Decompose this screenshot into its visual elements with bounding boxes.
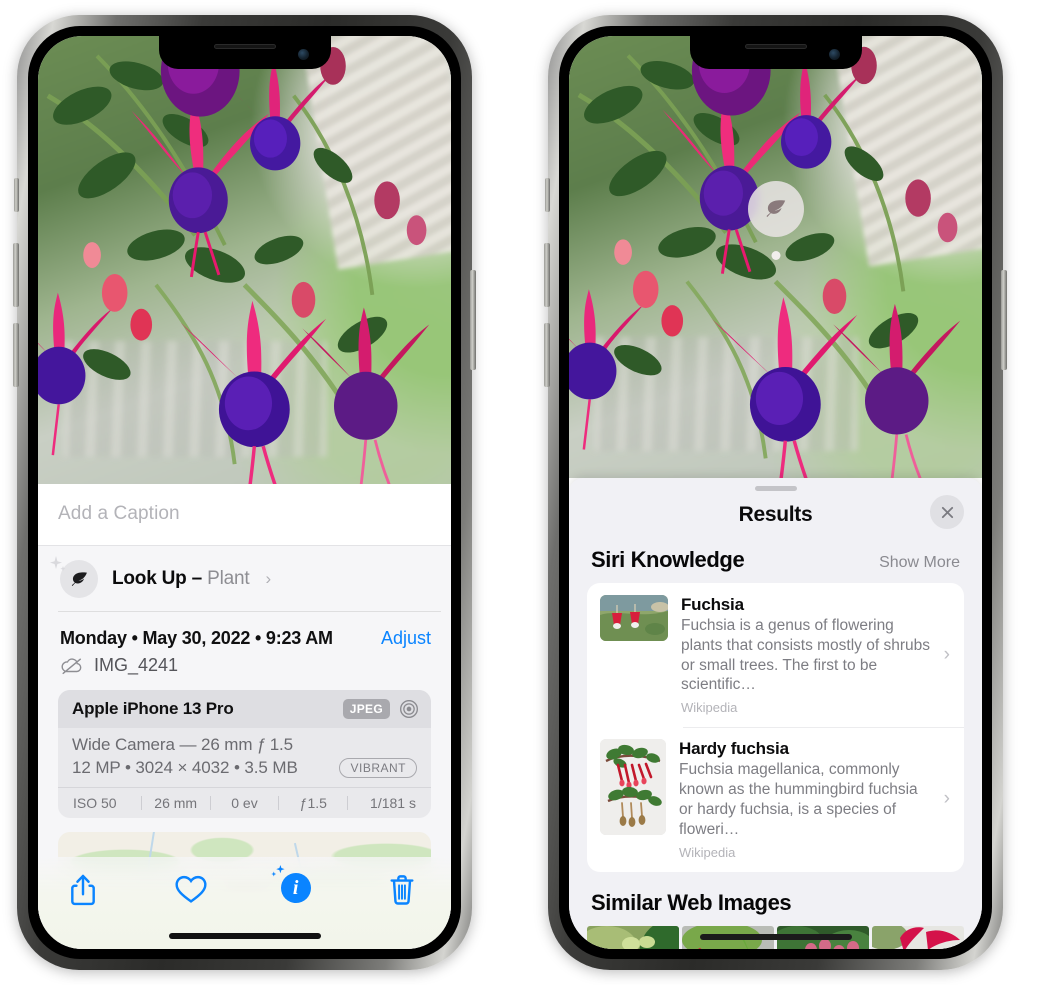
- results-sheet: Results Siri Knowledge Show More Fuchsia…: [569, 478, 982, 949]
- caption-input[interactable]: Add a Caption: [38, 484, 451, 546]
- photo-viewer[interactable]: [38, 36, 451, 484]
- siri-knowledge-header: Siri Knowledge Show More: [569, 539, 982, 583]
- trash-icon[interactable]: [387, 873, 421, 907]
- device-notch: [158, 36, 331, 69]
- hardy-fuchsia-specimen-thumbnail: [600, 739, 666, 836]
- chevron-right-icon[interactable]: ›: [944, 644, 952, 666]
- list-item-description: Fuchsia magellanica, commonly known as t…: [679, 761, 918, 838]
- specs-row: 12 MP • 3024 × 4032 • 3.5 MB VIBRANT: [72, 758, 417, 778]
- list-item-body: Fuchsia Fuchsia is a genus of flowering …: [681, 595, 931, 715]
- share-icon[interactable]: [68, 873, 102, 907]
- photo-info-sheet: Add a Caption Look Up – Plant › Monday •…: [38, 484, 451, 949]
- fuchsia-red-flowers-thumbnail: [600, 595, 668, 641]
- volume-down-button[interactable]: [13, 323, 19, 387]
- earpiece-speaker: [213, 44, 276, 49]
- list-item[interactable]: Hardy fuchsia Fuchsia magellanica, commo…: [587, 727, 964, 871]
- specs-line: 12 MP • 3024 × 4032 • 3.5 MB: [72, 758, 298, 777]
- leaf-icon: [765, 200, 785, 218]
- mute-switch[interactable]: [14, 178, 19, 212]
- volume-up-button[interactable]: [544, 243, 550, 307]
- front-camera-icon: [828, 49, 840, 60]
- home-indicator[interactable]: [168, 933, 321, 939]
- show-more-button[interactable]: Show More: [879, 554, 960, 572]
- visual-lookup-pointer-dot: [771, 251, 780, 260]
- leaf-glyph: [71, 571, 87, 586]
- siri-knowledge-title: Siri Knowledge: [591, 547, 745, 572]
- photo-viewer[interactable]: [569, 36, 982, 478]
- sparkle-icon: [48, 555, 68, 575]
- left-iphone-device: Add a Caption Look Up – Plant › Monday •…: [13, 15, 476, 970]
- right-iphone-device: Results Siri Knowledge Show More Fuchsia…: [544, 15, 1007, 970]
- power-button[interactable]: [470, 270, 476, 370]
- screenshot-root: Add a Caption Look Up – Plant › Monday •…: [0, 0, 1055, 985]
- volume-up-button[interactable]: [13, 243, 19, 307]
- home-indicator[interactable]: [699, 934, 852, 940]
- look-up-row[interactable]: Look Up – Plant ›: [38, 546, 451, 612]
- close-icon[interactable]: [930, 495, 964, 529]
- list-item-title: Hardy fuchsia: [679, 739, 789, 759]
- photographic-style-badge: VIBRANT: [339, 758, 417, 778]
- device-notch: [689, 36, 862, 69]
- exif-iso: ISO 50: [73, 795, 117, 811]
- volume-down-button[interactable]: [544, 323, 550, 387]
- aperture-icon: [399, 699, 419, 719]
- exif-shutter-speed: 1/181 s: [370, 795, 416, 811]
- power-button[interactable]: [1001, 270, 1007, 370]
- similar-web-images-header: Similar Web Images: [569, 872, 982, 924]
- list-item-title: Fuchsia: [681, 595, 744, 614]
- web-image-1-pink-fuchsia[interactable]: [587, 925, 679, 949]
- format-badge: JPEG: [342, 699, 390, 719]
- camera-body: Wide Camera — 26 mm ƒ 1.5 12 MP • 3024 ×…: [58, 728, 431, 787]
- fuchsia-flowers-art: [38, 36, 430, 484]
- results-title: Results: [738, 503, 813, 526]
- right-phone-screen: Results Siri Knowledge Show More Fuchsia…: [569, 36, 982, 949]
- web-image-4-purple-fuchsia[interactable]: [872, 925, 964, 949]
- leaf-icon: [50, 556, 98, 598]
- list-item[interactable]: Fuchsia Fuchsia is a genus of flowering …: [587, 583, 964, 727]
- right-phone-bezel: Results Siri Knowledge Show More Fuchsia…: [559, 26, 992, 959]
- list-item-body: Hardy fuchsia Fuchsia magellanica, commo…: [679, 739, 931, 859]
- sparkle-icon: [270, 864, 287, 881]
- heart-icon[interactable]: [174, 873, 208, 907]
- info-sparkle-icon[interactable]: i: [270, 864, 315, 907]
- look-up-subject: Plant: [207, 568, 250, 589]
- results-header: Results: [569, 491, 982, 539]
- exif-aperture: ƒ1.5: [299, 795, 327, 811]
- chevron-right-icon[interactable]: ›: [944, 788, 952, 810]
- exif-focal-length: 26 mm: [154, 795, 198, 811]
- camera-header: Apple iPhone 13 Pro JPEG: [58, 690, 431, 728]
- mute-switch[interactable]: [545, 178, 550, 212]
- lens-line: Wide Camera — 26 mm ƒ 1.5: [72, 735, 294, 754]
- similar-web-images-title: Similar Web Images: [591, 889, 792, 915]
- front-camera-icon: [297, 49, 309, 60]
- filename-row: IMG_4241: [38, 651, 451, 690]
- filename-text: IMG_4241: [94, 655, 179, 675]
- adjust-button[interactable]: Adjust: [381, 628, 431, 649]
- camera-info-card[interactable]: Apple iPhone 13 Pro JPEG Wide Camera — 2…: [58, 690, 431, 818]
- visual-lookup-badge[interactable]: [747, 181, 804, 237]
- look-up-label: Look Up – Plant: [112, 568, 250, 590]
- list-item-source: Wikipedia: [681, 700, 738, 716]
- list-item-description: Fuchsia is a genus of flowering plants t…: [681, 617, 930, 694]
- cloud-slash-icon: [60, 656, 84, 675]
- camera-model: Apple iPhone 13 Pro: [72, 699, 234, 718]
- list-item-source: Wikipedia: [679, 844, 736, 860]
- chevron-right-icon[interactable]: ›: [265, 569, 271, 589]
- exif-exposure-bias: 0 ev: [231, 795, 258, 811]
- siri-knowledge-card: Fuchsia Fuchsia is a genus of flowering …: [587, 583, 964, 872]
- capture-date: Monday • May 30, 2022 • 9:23 AM: [60, 628, 333, 648]
- exif-row: ISO 50 26 mm 0 ev ƒ1.5 1/181 s: [58, 787, 431, 818]
- left-phone-screen: Add a Caption Look Up – Plant › Monday •…: [38, 36, 451, 949]
- earpiece-speaker: [744, 44, 807, 49]
- capture-date-row: Monday • May 30, 2022 • 9:23 AM Adjust: [38, 612, 451, 651]
- left-phone-bezel: Add a Caption Look Up – Plant › Monday •…: [28, 26, 461, 959]
- look-up-prefix: Look Up –: [112, 568, 208, 589]
- camera-header-badges: JPEG: [342, 699, 419, 719]
